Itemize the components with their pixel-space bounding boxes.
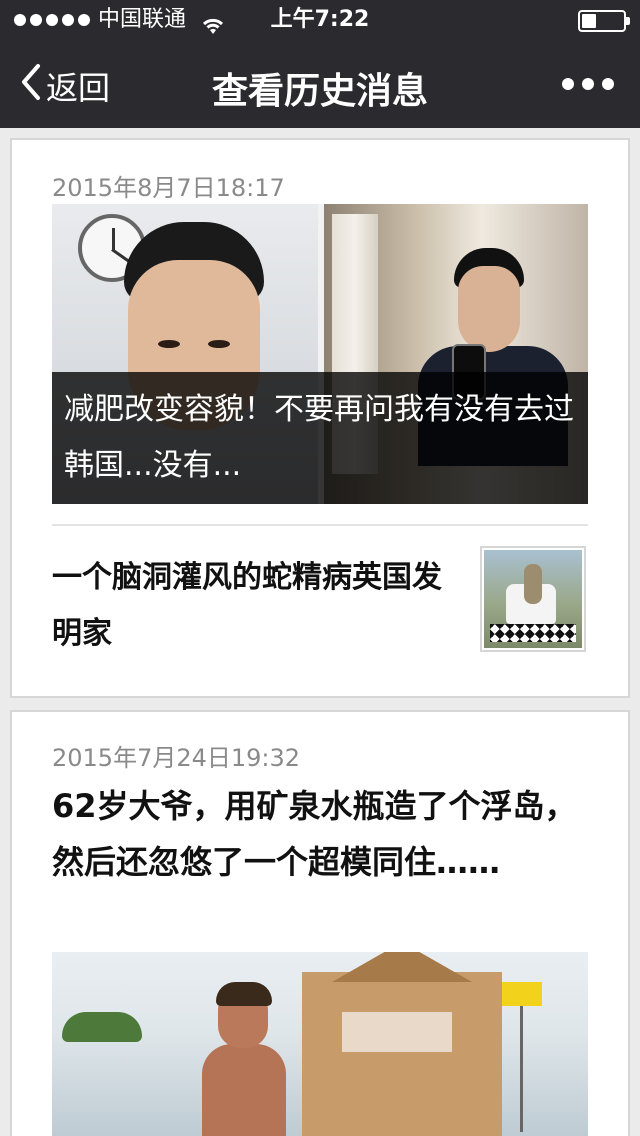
lead-article[interactable]: 减肥改变容貌！不要再问我有没有去过韩国...没有... xyxy=(52,204,588,504)
message-date: 2015年8月7日18:17 xyxy=(52,174,285,202)
lead-caption: 减肥改变容貌！不要再问我有没有去过韩国...没有... xyxy=(52,372,588,504)
message-card: 2015年7月24日19:32 62岁大爷，用矿泉水瓶造了个浮岛，然后还忽悠了一… xyxy=(10,710,630,1136)
flag-image xyxy=(502,982,542,1006)
divider xyxy=(52,524,588,526)
article-image[interactable] xyxy=(52,952,588,1136)
hut-image xyxy=(302,952,502,1136)
navigation-bar: 返回 查看历史消息 xyxy=(0,40,640,128)
top-bar: 中国联通 上午7:22 返回 查看历史消息 xyxy=(0,0,640,128)
battery-icon xyxy=(578,10,630,32)
article-thumbnail[interactable] xyxy=(480,546,586,652)
palm-image xyxy=(62,1012,142,1042)
message-card: 2015年8月7日18:17 减肥改变容貌！不要再问我有没有去过韩国...没有.… xyxy=(10,138,630,698)
message-date: 2015年7月24日19:32 xyxy=(52,744,301,772)
status-bar: 中国联通 上午7:22 xyxy=(0,0,640,40)
more-icon[interactable] xyxy=(562,78,614,90)
article-title[interactable]: 一个脑洞灌风的蛇精病英国发明家 xyxy=(52,550,462,662)
page-title: 查看历史消息 xyxy=(211,71,428,112)
article-headline[interactable]: 62岁大爷，用矿泉水瓶造了个浮岛，然后还忽悠了一个超模同住…… xyxy=(52,778,592,890)
status-time: 上午7:22 xyxy=(270,7,370,32)
message-feed[interactable]: 2015年8月7日18:17 减肥改变容貌！不要再问我有没有去过韩国...没有.… xyxy=(0,128,640,1136)
man-image xyxy=(202,982,286,1136)
